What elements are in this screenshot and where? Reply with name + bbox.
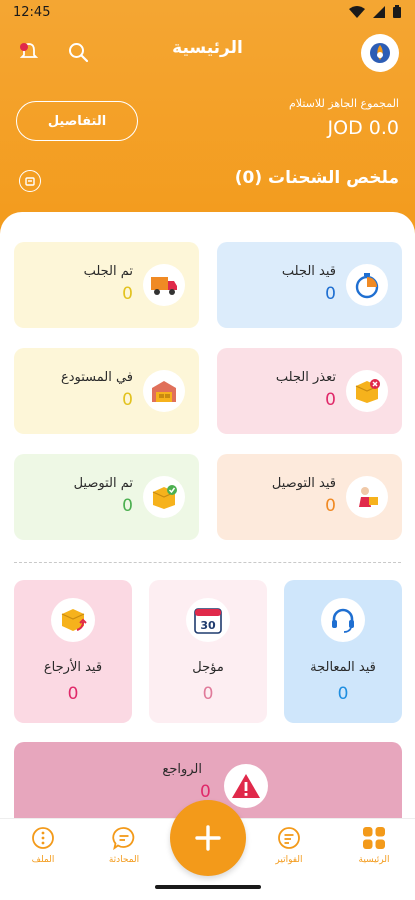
- ready-total-label: المجموع الجاهز للاستلام: [288, 97, 399, 110]
- card-count: 0: [200, 782, 211, 802]
- card-count: 0: [67, 684, 79, 704]
- card-processing[interactable]: قيد المعالجة 0: [284, 580, 402, 723]
- courier-icon: [346, 476, 388, 518]
- stopwatch-icon: [346, 264, 388, 306]
- card-label: قيد الأرجاع: [43, 660, 103, 675]
- card-count: 0: [122, 284, 133, 304]
- status-bar: 12:45: [0, 0, 415, 26]
- calendar-day: 30: [200, 619, 216, 632]
- nav-invoices[interactable]: الفواتير: [254, 825, 324, 865]
- nav-invoices-label: الفواتير: [275, 855, 303, 865]
- nav-profile-label: الملف: [31, 855, 55, 865]
- invoice-icon: [276, 825, 302, 851]
- box-check-icon: [143, 476, 185, 518]
- card-count: 0: [325, 284, 336, 304]
- shipments-summary-title: ملخص الشحنات (0): [234, 168, 399, 188]
- nav-home[interactable]: الرئيسية: [339, 825, 409, 865]
- status-time: 12:45: [13, 5, 51, 20]
- ready-total-amount: JOD 0.0: [327, 117, 399, 139]
- more-icon: [30, 825, 56, 851]
- card-count: 0: [122, 496, 133, 516]
- nav-chat-label: المحادثة: [108, 855, 140, 865]
- section-divider: [14, 562, 401, 563]
- card-label: تم الجلب: [83, 264, 133, 279]
- card-count: 0: [337, 684, 349, 704]
- headset-icon: [321, 598, 365, 642]
- card-count: 0: [325, 496, 336, 516]
- calendar-icon: 30: [186, 598, 230, 642]
- card-label: قيد التوصيل: [271, 476, 336, 491]
- card-label: تم التوصيل: [73, 476, 133, 491]
- add-shipment-button[interactable]: [170, 800, 246, 876]
- card-in-warehouse[interactable]: في المستودع 0: [14, 348, 199, 434]
- card-pickup-failed[interactable]: تعذر الجلب 0: [217, 348, 402, 434]
- card-label: الرواجع: [162, 762, 202, 777]
- card-pending-pickup[interactable]: قيد الجلب 0: [217, 242, 402, 328]
- card-count: 0: [202, 684, 214, 704]
- page-title: الرئيسية: [172, 38, 243, 58]
- nav-chat[interactable]: المحادثة: [89, 825, 159, 865]
- company-logo: [361, 34, 399, 72]
- nav-home-label: الرئيسية: [358, 855, 390, 865]
- box-return-icon: [51, 598, 95, 642]
- details-button[interactable]: التفاصيل: [16, 101, 138, 141]
- card-label: مؤجل: [192, 660, 224, 675]
- top-bar: الرئيسية: [0, 30, 415, 74]
- card-returning[interactable]: قيد الأرجاع 0: [14, 580, 132, 723]
- delivery-truck-icon: [143, 264, 185, 306]
- home-indicator: [155, 885, 261, 889]
- summary-info-icon[interactable]: [19, 170, 41, 192]
- warning-icon: [224, 764, 268, 808]
- card-out-for-delivery[interactable]: قيد التوصيل 0: [217, 454, 402, 540]
- chat-icon: [111, 825, 137, 851]
- nav-profile[interactable]: الملف: [8, 825, 78, 865]
- wifi-icon: [349, 5, 365, 22]
- card-count: 0: [122, 390, 133, 410]
- card-delivered[interactable]: تم التوصيل 0: [14, 454, 199, 540]
- card-label: قيد الجلب: [281, 264, 336, 279]
- grid-icon: [361, 825, 387, 851]
- card-count: 0: [325, 390, 336, 410]
- card-label: قيد المعالجة: [310, 660, 376, 675]
- card-postponed[interactable]: 30 مؤجل 0: [149, 580, 267, 723]
- warehouse-icon: [143, 370, 185, 412]
- battery-icon: [393, 5, 401, 22]
- signal-icon: [373, 5, 385, 22]
- box-cancel-icon: [346, 370, 388, 412]
- card-label: تعذر الجلب: [275, 370, 336, 385]
- card-picked-up[interactable]: تم الجلب 0: [14, 242, 199, 328]
- card-label: في المستودع: [60, 370, 133, 385]
- plus-icon: [195, 825, 221, 851]
